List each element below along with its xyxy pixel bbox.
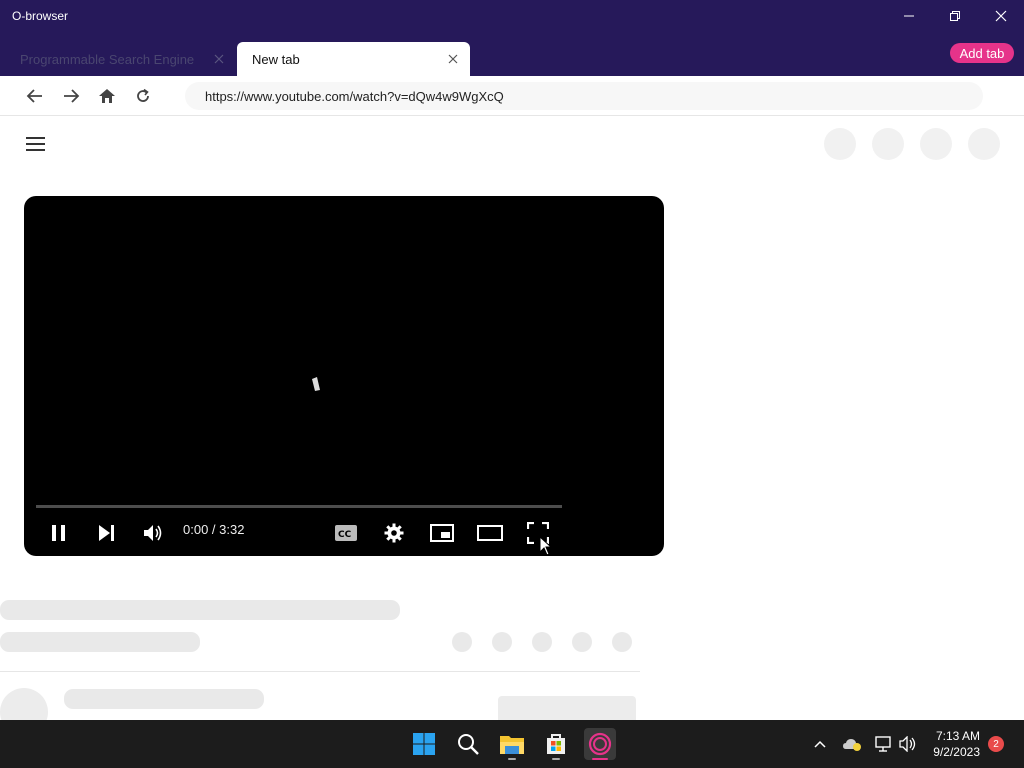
network-button[interactable] [872,728,896,760]
o-browser-taskbar-button[interactable] [584,728,616,760]
menu-icon-line [26,143,45,145]
closed-captions-icon: CC [335,525,357,541]
home-button[interactable] [95,84,119,108]
arrow-left-icon [26,89,42,103]
clock-time: 7:13 AM [935,729,980,743]
menu-button[interactable] [26,136,46,152]
minimize-button[interactable] [886,0,932,32]
tab-new-tab[interactable]: New tab [237,42,470,76]
placeholder-circle [452,632,472,652]
placeholder-circle [612,632,632,652]
close-tab-icon[interactable] [446,52,460,66]
tab-label: New tab [252,51,300,67]
pause-icon [52,525,65,541]
speaker-icon [899,736,916,752]
arrow-right-icon [64,89,80,103]
clock-date: 9/2/2023 [933,745,980,759]
placeholder-circle [920,128,952,160]
running-indicator [508,758,516,760]
mouse-cursor-icon [539,536,553,556]
chevron-up-icon [814,740,826,748]
placeholder-circle [492,632,512,652]
channel-placeholder [64,689,264,709]
store-icon [547,734,565,754]
title-placeholder [0,600,400,620]
o-browser-icon [588,732,612,756]
gear-icon [384,523,404,543]
video-time: 0:00 / 3:32 [183,522,245,537]
cloud-warning-icon [843,739,861,751]
svg-text:CC: CC [338,530,352,540]
home-icon [99,89,115,103]
volume-tray-button[interactable] [896,728,920,760]
next-button[interactable] [93,520,119,546]
search-icon [458,734,479,755]
store-button[interactable] [540,728,572,760]
start-button[interactable] [408,728,440,760]
navigation-bar: https://www.youtube.com/watch?v=dQw4w9Wg… [0,76,1024,116]
restore-button[interactable] [932,0,978,32]
tab-programmable-search-engine[interactable]: Programmable Search Engine [0,42,236,76]
tab-label: Programmable Search Engine [20,51,195,67]
video-player[interactable]: 0:00 / 3:32 CC [24,196,664,556]
subtitle-placeholder [0,632,200,652]
back-button[interactable] [23,84,47,108]
show-hidden-icons-button[interactable] [808,728,832,760]
title-bar: O-browser Programmable Search Engine New… [0,0,1024,76]
active-indicator [592,758,608,760]
placeholder-circle [572,632,592,652]
close-window-button[interactable] [978,0,1024,32]
taskbar: 7:13 AM 9/2/2023 [0,720,1024,768]
address-bar[interactable]: https://www.youtube.com/watch?v=dQw4w9Wg… [185,82,983,110]
miniplayer-button[interactable] [428,520,456,546]
theater-mode-icon [477,525,503,541]
windows-icon [413,733,435,755]
menu-icon-line [26,149,45,151]
reload-button[interactable] [131,84,155,108]
divider [0,671,640,672]
restore-icon [950,11,960,21]
notification-badge[interactable]: 2 [988,736,1004,752]
captions-button[interactable]: CC [332,520,360,546]
volume-icon [144,525,162,541]
miniplayer-icon [430,524,454,542]
close-icon [995,10,1007,22]
progress-bar[interactable] [36,505,562,508]
pause-button[interactable] [46,520,72,546]
volume-button[interactable] [140,520,166,546]
placeholder-circle [532,632,552,652]
loading-spinner-icon [312,377,320,391]
system-clock[interactable]: 7:13 AM 9/2/2023 [933,728,980,760]
search-button[interactable] [452,728,484,760]
network-icon [875,736,891,752]
placeholder-circle [968,128,1000,160]
forward-button[interactable] [59,84,83,108]
menu-icon [26,137,45,139]
close-tab-icon[interactable] [212,52,226,66]
app-title: O-browser [12,9,69,23]
placeholder-circle [872,128,904,160]
refresh-icon [137,88,149,102]
settings-button[interactable] [381,520,407,546]
skip-next-icon [99,525,114,541]
theater-mode-button[interactable] [476,520,504,546]
onedrive-button[interactable] [840,728,864,760]
placeholder-circle [824,128,856,160]
minimize-icon [904,15,914,17]
file-explorer-button[interactable] [496,728,528,760]
add-tab-button[interactable]: Add tab [950,43,1014,63]
folder-icon [500,736,524,754]
running-indicator [552,758,560,760]
